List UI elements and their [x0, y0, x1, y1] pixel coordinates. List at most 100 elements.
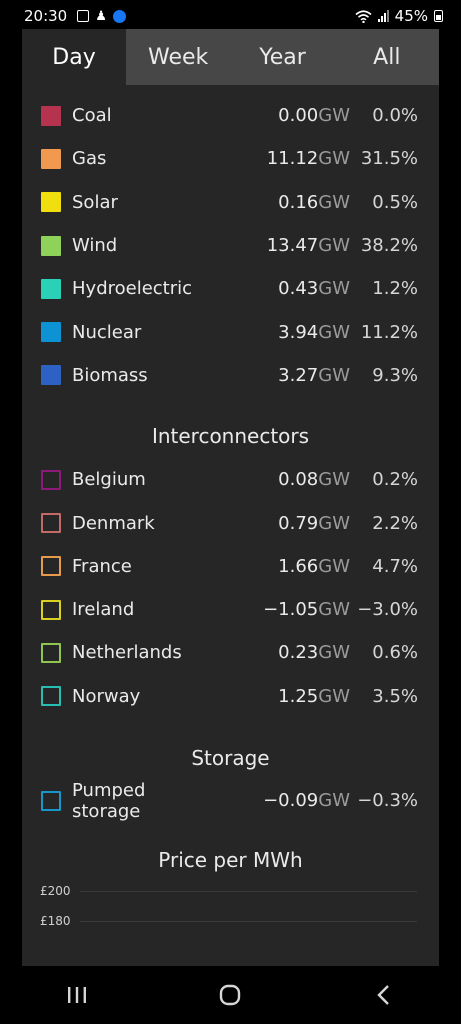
row-pumped-storage: Pumped storage −0.09GW −0.3%: [41, 779, 418, 822]
interconnectors-list: Belgium 0.08GW 0.2% Denmark 0.79GW 2.2% France…: [22, 458, 439, 718]
share-percent: 1.2%: [372, 278, 418, 300]
row-nuclear: Nuclear 3.94GW 11.2%: [41, 310, 418, 353]
gw-value: 11.12GW: [210, 148, 350, 169]
gw-number: 0.16: [278, 191, 319, 213]
source-name: Wind: [72, 235, 118, 257]
row-wind: Wind 13.47GW 38.2%: [41, 224, 418, 267]
color-swatch: [41, 278, 61, 299]
period-tabs: Day Week Year All: [22, 29, 439, 85]
row-norway: Norway 1.25GW 3.5%: [41, 675, 418, 718]
price-tick-label: £180: [40, 914, 71, 929]
price-tick-row: £180: [40, 914, 417, 928]
status-bar: 20:30 ♟ 45%: [0, 0, 461, 32]
gw-value: 0.23GW: [210, 642, 350, 663]
row-ireland: Ireland −1.05GW −3.0%: [41, 588, 418, 631]
gw-unit: GW: [318, 105, 350, 127]
row-france: France 1.66GW 4.7%: [41, 545, 418, 588]
gallery-notification-icon: [77, 10, 90, 22]
gw-number: 3.27: [278, 364, 319, 386]
home-button[interactable]: [200, 975, 260, 1015]
share-percent: 3.5%: [372, 685, 418, 707]
source-name: Nuclear: [72, 321, 142, 343]
gw-value: −1.05GW: [210, 599, 350, 620]
row-hydroelectric: Hydroelectric 0.43GW 1.2%: [41, 267, 418, 310]
gw-number: −1.05: [263, 599, 319, 621]
app-notification-icon: ♟: [95, 8, 107, 24]
gw-number: −0.09: [263, 790, 319, 811]
status-time: 20:30: [24, 7, 68, 25]
gw-unit: GW: [318, 599, 350, 621]
gw-number: 0.00: [278, 105, 319, 127]
source-name: France: [72, 555, 132, 577]
row-biomass: Biomass 3.27GW 9.3%: [41, 354, 418, 397]
tab-week[interactable]: Week: [126, 29, 231, 85]
storage-list: Pumped storage −0.09GW −0.3%: [22, 779, 439, 822]
share-percent: −0.3%: [357, 790, 418, 811]
price-tick-row: £200: [40, 884, 417, 898]
facebook-notification-icon: [112, 9, 126, 23]
source-name: Ireland: [72, 599, 135, 621]
gw-number: 11.12: [266, 148, 319, 170]
source-name: Belgium: [72, 469, 146, 491]
tab-all[interactable]: All: [334, 29, 439, 85]
share-percent: 0.2%: [372, 469, 418, 491]
share-percent: 38.2%: [360, 235, 418, 257]
signal-icon: [377, 10, 389, 22]
gw-unit: GW: [318, 512, 350, 534]
price-tick-label: £200: [40, 884, 71, 899]
row-netherlands: Netherlands 0.23GW 0.6%: [41, 631, 418, 674]
share-percent: 2.2%: [372, 512, 418, 534]
share-percent: 0.5%: [372, 191, 418, 213]
gw-number: 13.47: [266, 235, 319, 257]
gw-unit: GW: [318, 364, 350, 386]
gw-number: 0.43: [278, 278, 319, 300]
share-percent: 0.6%: [372, 642, 418, 664]
share-percent: −3.0%: [357, 599, 418, 621]
wifi-icon: [355, 9, 372, 23]
color-swatch: [41, 513, 61, 534]
gw-unit: GW: [318, 469, 350, 491]
color-swatch: [41, 235, 61, 256]
storage-title: Storage: [191, 745, 270, 770]
price-title: Price per MWh: [158, 848, 303, 873]
gw-value: 13.47GW: [210, 235, 350, 256]
gw-value: −0.09GW: [210, 790, 350, 811]
gw-value: 3.94GW: [210, 322, 350, 343]
back-button[interactable]: [354, 975, 414, 1015]
color-swatch: [41, 365, 61, 386]
tab-year[interactable]: Year: [230, 29, 335, 85]
source-name: Norway: [72, 685, 141, 707]
gw-number: 1.66: [278, 555, 319, 577]
gw-value: 0.08GW: [210, 469, 350, 490]
color-swatch: [41, 469, 61, 490]
recent-apps-icon: [67, 987, 86, 1003]
share-percent: 4.7%: [372, 555, 418, 577]
gw-value: 0.43GW: [210, 278, 350, 299]
gw-unit: GW: [318, 321, 350, 343]
gw-unit: GW: [318, 642, 350, 664]
gw-unit: GW: [318, 685, 350, 707]
source-name: Netherlands: [72, 642, 182, 664]
row-denmark: Denmark 0.79GW 2.2%: [41, 501, 418, 544]
source-name: Pumped storage: [72, 779, 146, 822]
row-solar: Solar 0.16GW 0.5%: [41, 181, 418, 224]
recent-apps-button[interactable]: [47, 975, 107, 1015]
gw-unit: GW: [318, 555, 350, 577]
source-name: Biomass: [72, 364, 148, 386]
generation-list: Coal 0.00GW 0.0% Gas 11.12GW 31.5% Solar 0.16GW…: [22, 94, 439, 397]
share-percent: 11.2%: [360, 321, 418, 343]
gw-unit: GW: [318, 235, 350, 257]
gridline: [80, 920, 417, 922]
gw-number: 3.94: [278, 321, 319, 343]
battery-percent: 45%: [394, 7, 428, 25]
tab-day[interactable]: Day: [22, 29, 126, 85]
gw-value: 0.00GW: [210, 105, 350, 126]
gw-unit: GW: [318, 191, 350, 213]
gw-number: 0.79: [278, 512, 319, 534]
color-swatch: [41, 790, 61, 811]
gw-value: 1.25GW: [210, 686, 350, 707]
navigation-bar: [0, 966, 461, 1024]
color-swatch: [41, 148, 61, 169]
back-icon: [377, 985, 389, 1005]
battery-icon: [434, 10, 443, 22]
